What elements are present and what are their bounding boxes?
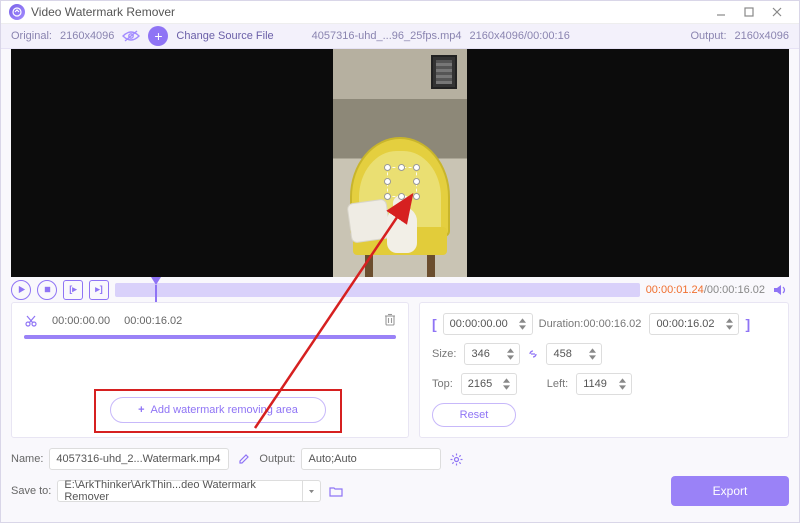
play-button[interactable]	[11, 280, 31, 300]
watermark-selection-box[interactable]	[387, 167, 417, 197]
size-height-field[interactable]: 458	[546, 343, 602, 365]
step-up-icon[interactable]	[617, 377, 627, 384]
resize-handle[interactable]	[384, 164, 391, 171]
range-start-field[interactable]: 00:00:00.00	[443, 313, 533, 335]
minimize-button[interactable]	[707, 2, 735, 22]
set-start-button[interactable]: [▸	[63, 280, 83, 300]
output-label: Output:	[690, 30, 726, 42]
size-label: Size:	[432, 348, 456, 360]
output-format-label: Output:	[259, 453, 295, 465]
set-end-button[interactable]: ▸]	[89, 280, 109, 300]
output-settings-icon[interactable]	[447, 450, 465, 468]
maximize-button[interactable]	[735, 2, 763, 22]
change-source-label[interactable]: Change Source File	[176, 30, 273, 42]
saveto-label: Save to:	[11, 485, 51, 497]
close-button[interactable]	[763, 2, 791, 22]
video-frame	[333, 49, 467, 277]
top-label: Top:	[432, 378, 453, 390]
step-down-icon[interactable]	[505, 354, 515, 361]
source-filename: 4057316-uhd_...96_25fps.mp4	[312, 30, 462, 42]
reset-button[interactable]: Reset	[432, 403, 516, 427]
step-down-icon[interactable]	[587, 354, 597, 361]
resize-handle[interactable]	[398, 164, 405, 171]
step-up-icon[interactable]	[518, 317, 528, 324]
step-up-icon[interactable]	[505, 347, 515, 354]
range-end-field[interactable]: 00:00:16.02	[649, 313, 739, 335]
step-down-icon[interactable]	[724, 324, 734, 331]
chevron-down-icon[interactable]	[303, 480, 321, 502]
output-resolution: 2160x4096	[735, 30, 789, 42]
app-logo-icon	[9, 4, 25, 20]
preview-toggle-icon[interactable]	[122, 29, 140, 43]
plus-icon: +	[138, 404, 144, 416]
stop-button[interactable]	[37, 280, 57, 300]
size-width-field[interactable]: 346	[464, 343, 520, 365]
playback-controls: [▸ ▸] 00:00:01.24/00:00:16.02	[1, 277, 799, 302]
source-meta: 2160x4096/00:00:16	[470, 30, 570, 42]
name-label: Name:	[11, 453, 43, 465]
step-down-icon[interactable]	[617, 384, 627, 391]
timecode: 00:00:01.24/00:00:16.02	[646, 284, 765, 296]
app-window: Video Watermark Remover Original: 2160x4…	[0, 0, 800, 523]
volume-icon[interactable]	[771, 283, 789, 297]
panels: 00:00:00.00 00:00:16.02 + Add watermark …	[1, 302, 799, 444]
edit-name-icon[interactable]	[235, 450, 253, 468]
export-button[interactable]: Export	[671, 476, 789, 506]
delete-segment-icon[interactable]	[384, 313, 396, 329]
duration-label: Duration:00:00:16.02	[539, 318, 642, 330]
segment-end: 00:00:16.02	[124, 315, 182, 327]
video-preview[interactable]	[11, 49, 789, 277]
add-area-label: Add watermark removing area	[151, 404, 298, 416]
original-label: Original:	[11, 30, 52, 42]
pos-left-field[interactable]: 1149	[576, 373, 632, 395]
app-title: Video Watermark Remover	[31, 5, 175, 19]
footer: Name: 4057316-uhd_2...Watermark.mp4 Outp…	[1, 444, 799, 522]
range-start-bracket-icon[interactable]: [	[432, 316, 437, 332]
titlebar: Video Watermark Remover	[1, 1, 799, 24]
total-time: 00:00:16.02	[707, 284, 765, 296]
range-end-bracket-icon[interactable]: ]	[745, 316, 750, 332]
add-watermark-area-button[interactable]: + Add watermark removing area	[110, 397, 326, 423]
output-format-field[interactable]: Auto;Auto	[301, 448, 441, 470]
segments-panel: 00:00:00.00 00:00:16.02 + Add watermark …	[11, 302, 409, 438]
open-folder-icon[interactable]	[327, 482, 345, 500]
step-down-icon[interactable]	[518, 324, 528, 331]
step-up-icon[interactable]	[724, 317, 734, 324]
output-name-field[interactable]: 4057316-uhd_2...Watermark.mp4	[49, 448, 229, 470]
change-source-plus-button[interactable]: +	[148, 26, 168, 46]
pos-top-field[interactable]: 2165	[461, 373, 517, 395]
playback-progress[interactable]	[115, 283, 640, 297]
segment-bar[interactable]	[24, 335, 396, 339]
current-time: 00:00:01.24	[646, 284, 704, 296]
step-up-icon[interactable]	[502, 377, 512, 384]
step-down-icon[interactable]	[502, 384, 512, 391]
left-label: Left:	[547, 378, 568, 390]
topbar: Original: 2160x4096 + Change Source File…	[1, 24, 799, 49]
original-resolution: 2160x4096	[60, 30, 114, 42]
segment-start: 00:00:00.00	[52, 315, 110, 327]
step-up-icon[interactable]	[587, 347, 597, 354]
playhead-marker[interactable]	[151, 277, 161, 285]
resize-handle[interactable]	[384, 178, 391, 185]
properties-panel: [ 00:00:00.00 Duration:00:00:16.02 00:00…	[419, 302, 789, 438]
cut-icon	[24, 314, 38, 328]
aspect-lock-icon[interactable]	[526, 347, 540, 361]
saveto-dropdown[interactable]: E:\ArkThinker\ArkThin...deo Watermark Re…	[57, 480, 321, 502]
